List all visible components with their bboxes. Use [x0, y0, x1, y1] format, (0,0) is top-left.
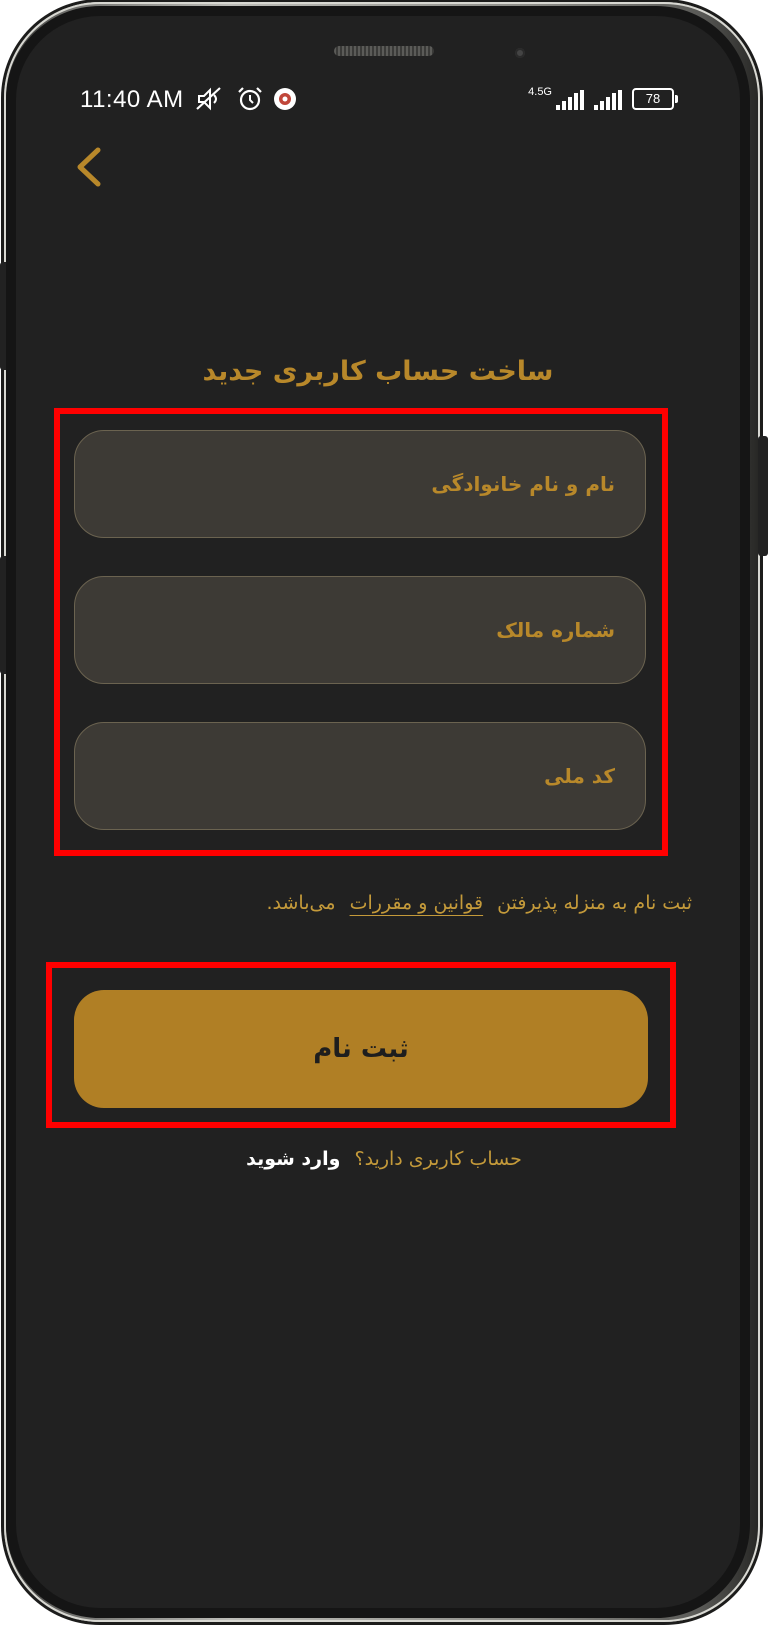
mute-icon — [194, 86, 224, 119]
battery-level: 78 — [645, 91, 661, 106]
front-camera — [515, 48, 525, 58]
status-right-cluster: 4.5G 78 — [528, 86, 678, 110]
app-notification-icon — [272, 86, 298, 119]
terms-link[interactable]: قوانین و مقررات — [350, 892, 484, 914]
signal-icon-2 — [594, 90, 622, 110]
status-bar: 11:40 AM 4.5G 78 — [16, 82, 740, 122]
earpiece-speaker — [334, 46, 434, 56]
battery-icon: 78 — [632, 88, 678, 110]
terms-suffix: می‌باشد. — [266, 892, 336, 914]
full-name-input[interactable] — [75, 431, 645, 537]
network-type-label: 4.5G — [528, 86, 552, 98]
national-code-field[interactable] — [74, 722, 646, 830]
national-code-input[interactable] — [75, 723, 645, 829]
login-prompt: حساب کاربری دارید؟ — [354, 1148, 522, 1170]
signal-icon — [556, 90, 584, 110]
register-button[interactable]: ثبت نام — [74, 990, 648, 1108]
owner-number-field[interactable] — [74, 576, 646, 684]
owner-number-input[interactable] — [75, 577, 645, 683]
status-time: 11:40 AM — [80, 86, 184, 113]
volume-down-button — [0, 556, 10, 674]
alarm-icon — [236, 86, 264, 119]
terms-prefix: ثبت نام به منزله پذیرفتن — [497, 892, 692, 914]
page-title: ساخت حساب کاربری جدید — [202, 356, 554, 387]
volume-up-button — [0, 262, 10, 370]
chevron-left-icon — [77, 147, 101, 187]
back-button[interactable] — [68, 142, 112, 192]
login-prompt-line: حساب کاربری دارید؟ وارد شوید — [0, 1148, 768, 1170]
full-name-field[interactable] — [74, 430, 646, 538]
power-button — [758, 436, 768, 556]
terms-notice: ثبت نام به منزله پذیرفتن قوانین و مقررات… — [267, 892, 693, 914]
login-link[interactable]: وارد شوید — [246, 1148, 340, 1170]
